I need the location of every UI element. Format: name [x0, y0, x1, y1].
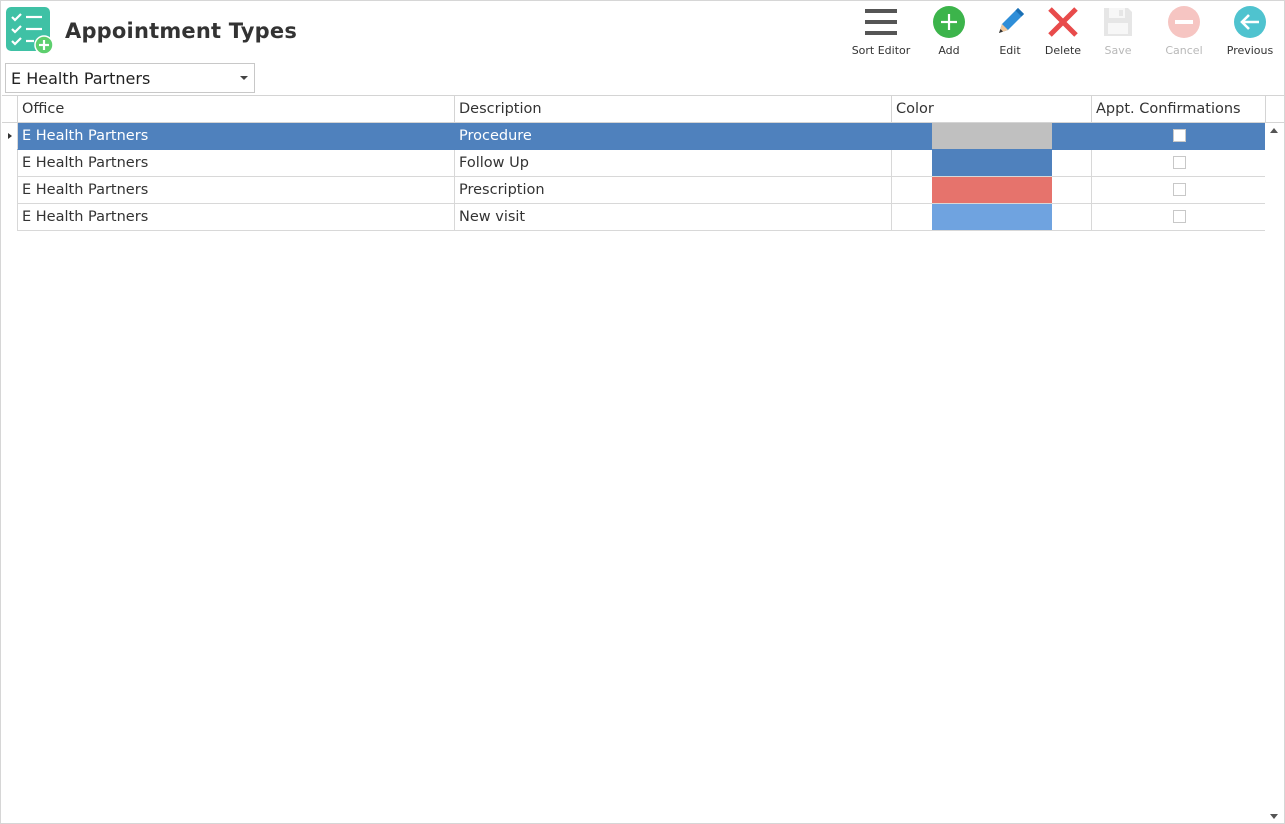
table-row[interactable]: E Health Partners New visit	[17, 204, 1265, 231]
table-row[interactable]: E Health Partners Follow Up	[17, 150, 1265, 177]
current-row-indicator-icon	[8, 133, 12, 139]
page-title: Appointment Types	[65, 19, 298, 43]
checklist-add-icon	[6, 7, 54, 55]
cell-office[interactable]: E Health Partners	[18, 123, 455, 149]
cell-description[interactable]: New visit	[455, 204, 892, 230]
cell-color[interactable]	[892, 123, 1092, 149]
red-x-icon	[1046, 5, 1080, 39]
row-header-corner	[2, 96, 18, 123]
color-swatch	[932, 177, 1052, 203]
cell-color[interactable]	[892, 204, 1092, 230]
column-header-description[interactable]: Description	[455, 96, 892, 123]
column-header-office[interactable]: Office	[18, 96, 455, 123]
confirmation-checkbox[interactable]	[1173, 183, 1186, 196]
add-label: Add	[938, 44, 960, 57]
plus-circle-icon	[932, 5, 966, 39]
office-dropdown[interactable]: E Health Partners	[5, 63, 255, 93]
delete-label: Delete	[1044, 44, 1082, 57]
confirmation-checkbox[interactable]	[1173, 210, 1186, 223]
vertical-scrollbar[interactable]	[1265, 122, 1283, 822]
cell-color[interactable]	[892, 177, 1092, 203]
confirmation-checkbox[interactable]	[1173, 129, 1186, 142]
add-button[interactable]: Add	[929, 5, 969, 59]
office-dropdown-value: E Health Partners	[11, 68, 151, 88]
table-row[interactable]: E Health Partners Prescription	[17, 177, 1265, 204]
cell-office[interactable]: E Health Partners	[18, 177, 455, 203]
previous-label: Previous	[1226, 44, 1274, 57]
cell-appt-confirmations	[1092, 177, 1266, 203]
minus-circle-icon	[1167, 5, 1201, 39]
scroll-up-arrow-icon[interactable]	[1270, 128, 1278, 133]
cell-description[interactable]: Prescription	[455, 177, 892, 203]
chevron-down-icon[interactable]	[240, 76, 248, 80]
table-row[interactable]: E Health Partners Procedure	[17, 123, 1265, 150]
cell-description[interactable]: Procedure	[455, 123, 892, 149]
color-swatch	[932, 204, 1052, 230]
scroll-down-arrow-icon[interactable]	[1270, 814, 1278, 819]
cancel-button[interactable]: Cancel	[1164, 5, 1204, 59]
floppy-disk-icon	[1101, 5, 1135, 39]
cancel-label: Cancel	[1165, 44, 1203, 57]
edit-label: Edit	[999, 44, 1021, 57]
cell-office[interactable]: E Health Partners	[18, 150, 455, 176]
column-header-color[interactable]: Color	[892, 96, 1092, 123]
previous-button[interactable]: Previous	[1226, 5, 1274, 59]
appointment-types-grid: Office Description Color Appt. Confirmat…	[2, 95, 1284, 823]
cell-office[interactable]: E Health Partners	[18, 204, 455, 230]
sort-editor-button[interactable]: Sort Editor	[851, 5, 911, 59]
cell-description[interactable]: Follow Up	[455, 150, 892, 176]
save-button[interactable]: Save	[1098, 5, 1138, 59]
cell-appt-confirmations	[1092, 150, 1266, 176]
window-frame: Appointment Types Sort Editor Add Edit D…	[0, 0, 1285, 824]
delete-button[interactable]: Delete	[1043, 5, 1083, 59]
cell-color[interactable]	[892, 150, 1092, 176]
sort-editor-label: Sort Editor	[851, 44, 911, 57]
confirmation-checkbox[interactable]	[1173, 156, 1186, 169]
color-swatch	[932, 150, 1052, 176]
cell-appt-confirmations	[1092, 204, 1266, 230]
color-swatch	[932, 123, 1052, 149]
edit-button[interactable]: Edit	[990, 5, 1030, 59]
pencil-icon	[993, 5, 1027, 39]
cell-appt-confirmations	[1092, 123, 1266, 149]
header-scroll-spacer	[1266, 96, 1284, 123]
column-header-appt-confirmations[interactable]: Appt. Confirmations	[1092, 96, 1266, 123]
hamburger-menu-icon	[864, 5, 898, 39]
arrow-left-circle-icon	[1233, 5, 1267, 39]
save-label: Save	[1104, 44, 1132, 57]
